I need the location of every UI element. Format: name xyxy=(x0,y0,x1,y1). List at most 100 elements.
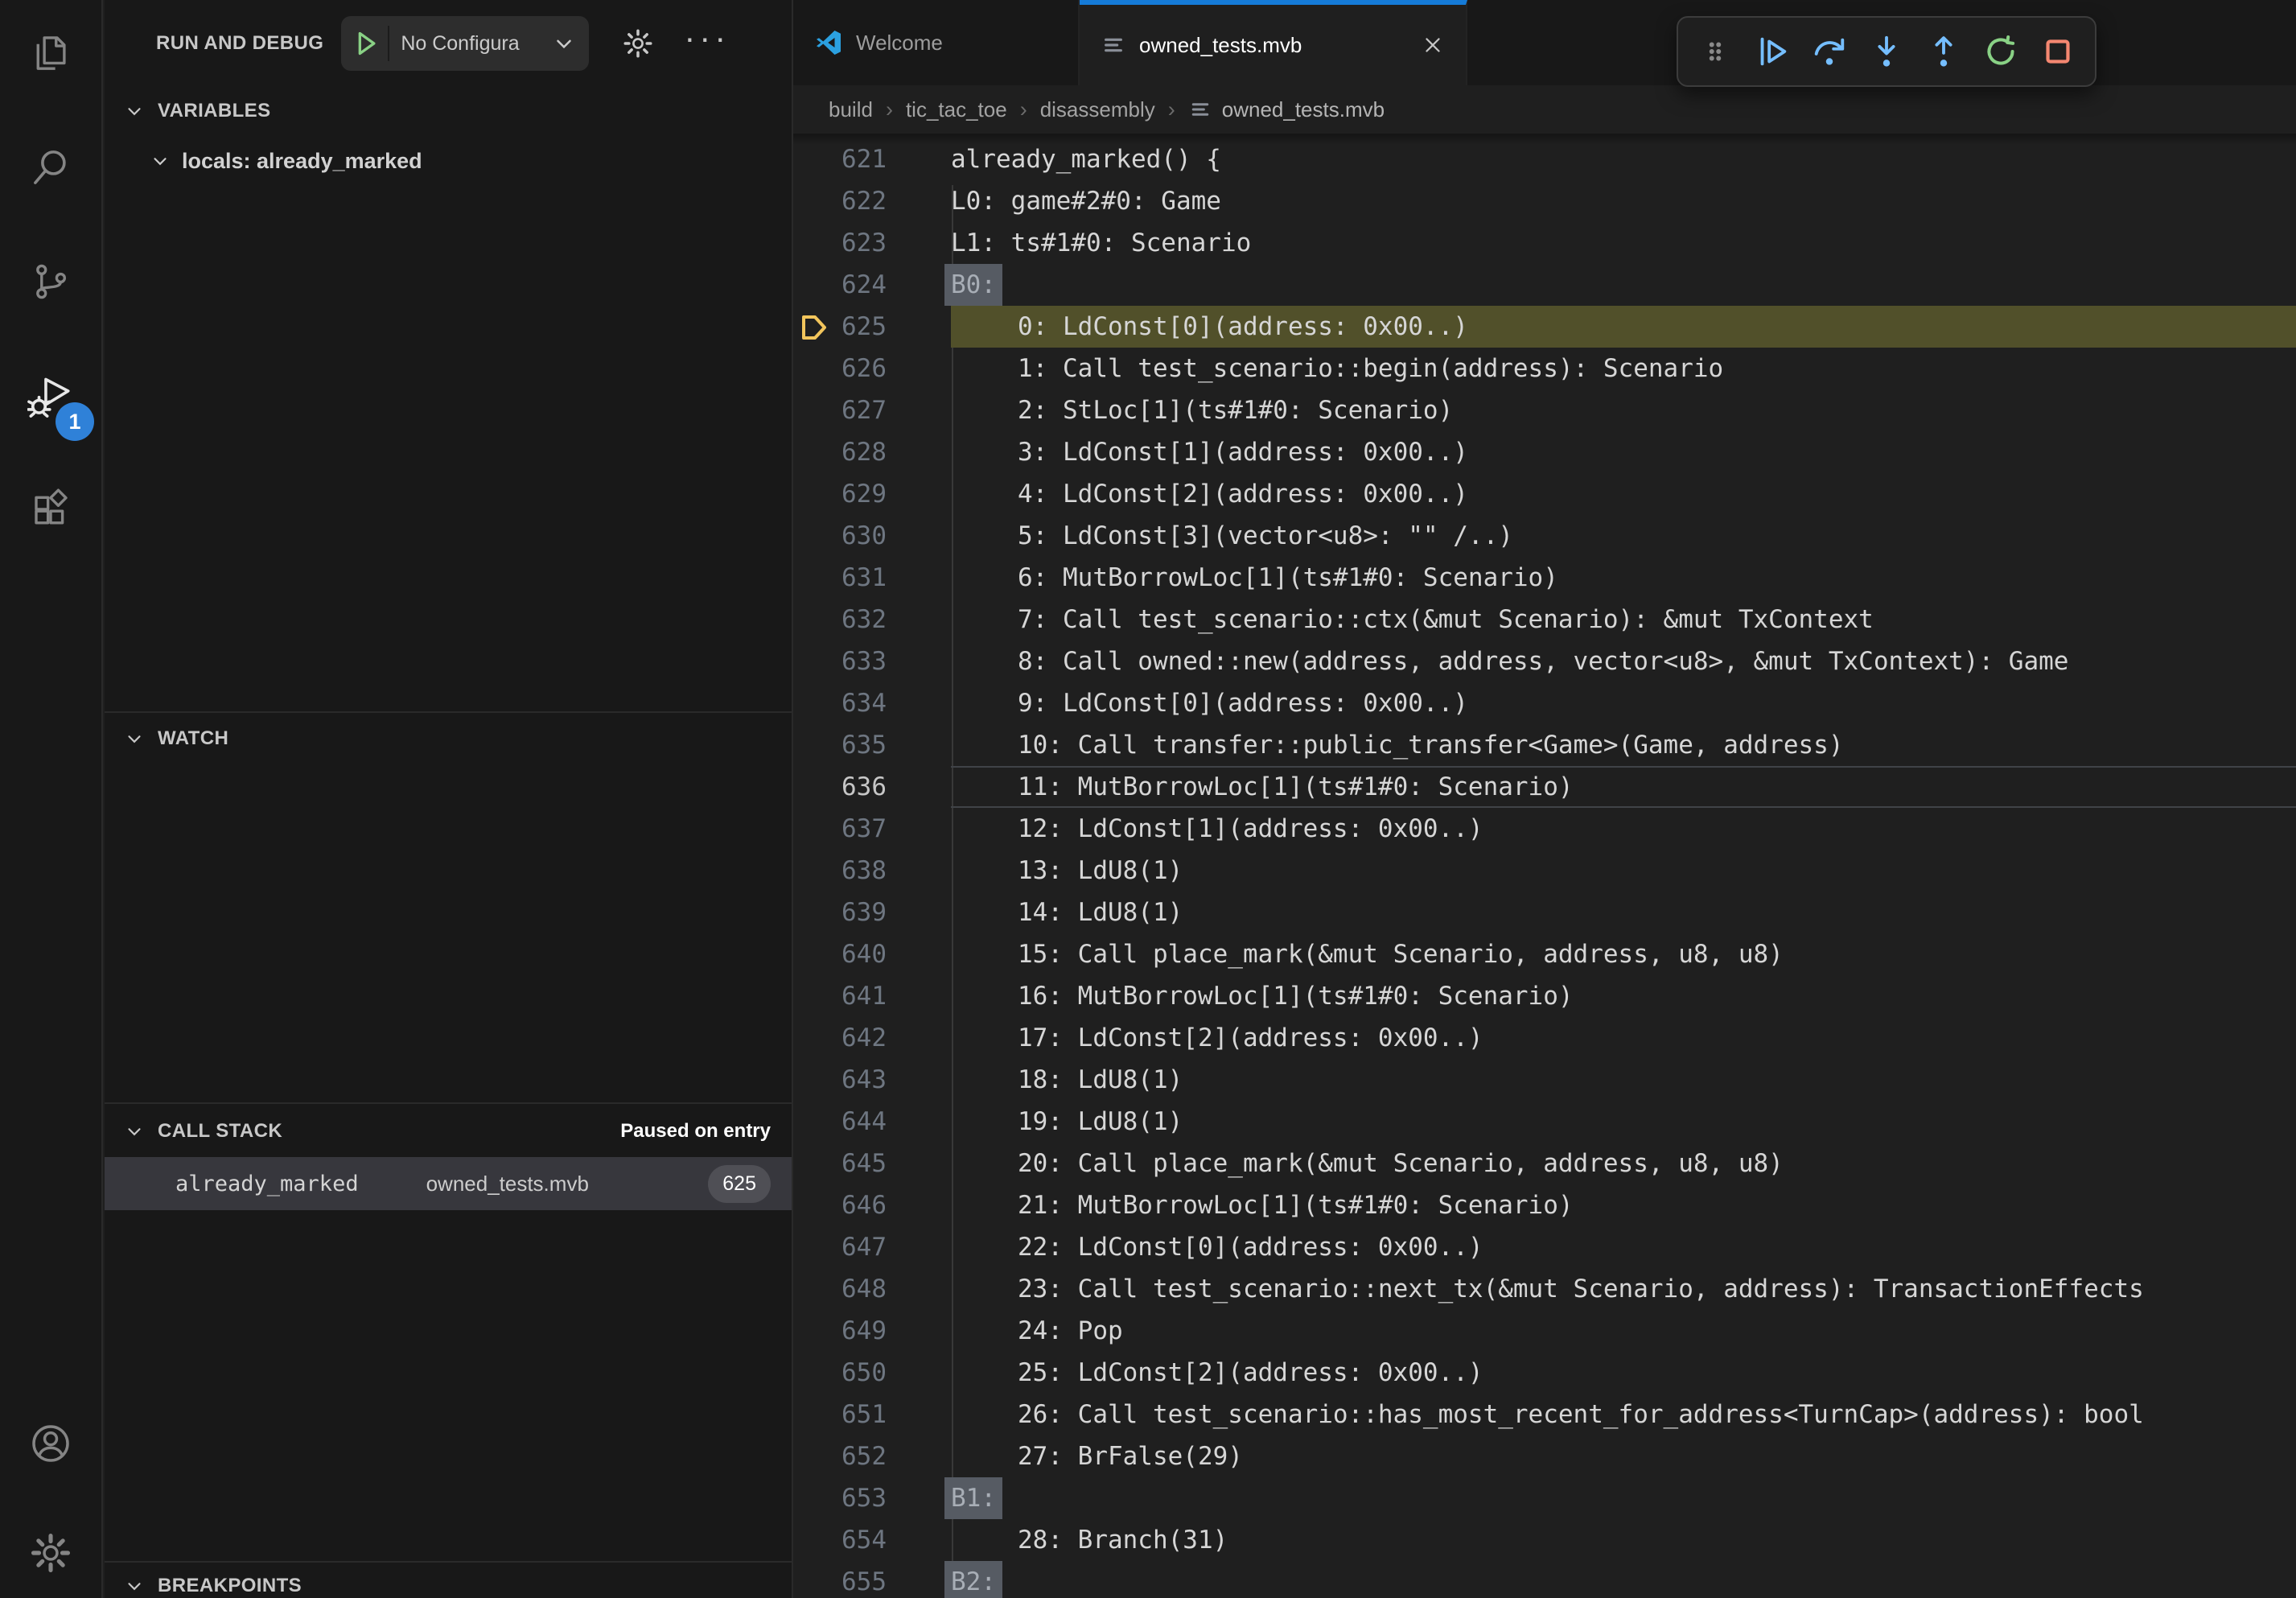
source-control-icon[interactable] xyxy=(12,243,89,320)
more-actions-icon[interactable]: ··· xyxy=(684,26,730,61)
code-line[interactable]: 637 12: LdConst[1](address: 0x00..) xyxy=(793,808,2296,850)
code-line[interactable]: 6316: MutBorrowLoc[1](ts#1#0: Scenario) xyxy=(793,557,2296,599)
variables-scope-row[interactable]: locals: already_marked xyxy=(105,138,792,183)
code-line-text[interactable]: 26: Call test_scenario::has_most_recent_… xyxy=(951,1394,2296,1435)
code-line[interactable]: 65126: Call test_scenario::has_most_rece… xyxy=(793,1394,2296,1435)
watch-section-header[interactable]: WATCH xyxy=(105,718,792,760)
line-number[interactable]: 626 xyxy=(793,348,887,389)
breadcrumb-file[interactable]: owned_tests.mvb xyxy=(1188,97,1385,122)
code-line[interactable]: 6338: Call owned::new(address, address, … xyxy=(793,640,2296,682)
line-number[interactable]: 641 xyxy=(793,975,887,1017)
code-line-text[interactable]: 9: LdConst[0](address: 0x00..) xyxy=(951,682,2296,724)
code-line-text[interactable]: 0: LdConst[0](address: 0x00..) xyxy=(951,306,2296,348)
line-number[interactable]: 646 xyxy=(793,1184,887,1226)
breakpoints-section-header[interactable]: BREAKPOINTS xyxy=(105,1567,792,1598)
line-number[interactable]: 638 xyxy=(793,850,887,892)
code-line[interactable]: 65428: Branch(31) xyxy=(793,1519,2296,1561)
breadcrumb-item[interactable]: tic_tac_toe xyxy=(906,97,1007,122)
debug-gear-icon[interactable] xyxy=(621,27,655,60)
extensions-icon[interactable] xyxy=(12,472,89,549)
line-number[interactable]: 629 xyxy=(793,473,887,515)
start-debug-icon[interactable] xyxy=(349,27,381,60)
code-line-text[interactable]: 17: LdConst[2](address: 0x00..) xyxy=(951,1017,2296,1059)
continue-button[interactable] xyxy=(1750,27,1795,76)
line-number[interactable]: 647 xyxy=(793,1226,887,1268)
line-number[interactable]: 630 xyxy=(793,515,887,557)
breadcrumb-item[interactable]: disassembly xyxy=(1040,97,1155,122)
line-number[interactable]: 642 xyxy=(793,1017,887,1059)
code-line[interactable]: 647 22: LdConst[0](address: 0x00..) xyxy=(793,1226,2296,1268)
code-line-text[interactable]: 25: LdConst[2](address: 0x00..) xyxy=(951,1352,2296,1394)
code-line-text[interactable]: 12: LdConst[1](address: 0x00..) xyxy=(951,808,2296,850)
code-line-text[interactable]: 5: LdConst[3](vector<u8>: "" /..) xyxy=(951,515,2296,557)
line-number[interactable]: 644 xyxy=(793,1101,887,1143)
code-line-text[interactable]: 4: LdConst[2](address: 0x00..) xyxy=(951,473,2296,515)
code-line[interactable]: 64015: Call place_mark(&mut Scenario, ad… xyxy=(793,933,2296,975)
breadcrumb-item[interactable]: build xyxy=(829,97,873,122)
line-number[interactable]: 637 xyxy=(793,808,887,850)
code-line[interactable]: 649 24: Pop xyxy=(793,1310,2296,1352)
code-line-text[interactable]: 28: Branch(31) xyxy=(951,1519,2296,1561)
close-icon[interactable] xyxy=(1421,33,1445,57)
code-line[interactable]: 65025: LdConst[2](address: 0x00..) xyxy=(793,1352,2296,1394)
stop-button[interactable] xyxy=(2035,27,2080,76)
line-number[interactable]: 655 xyxy=(793,1561,887,1598)
code-line[interactable]: 6283: LdConst[1](address: 0x00..) xyxy=(793,431,2296,473)
line-number[interactable]: 634 xyxy=(793,682,887,724)
code-line-text[interactable]: L0: game#2#0: Game xyxy=(951,180,2296,222)
code-line-text[interactable]: 22: LdConst[0](address: 0x00..) xyxy=(951,1226,2296,1268)
line-number[interactable]: 632 xyxy=(793,599,887,640)
code-line[interactable]: 6272: StLoc[1](ts#1#0: Scenario) xyxy=(793,389,2296,431)
code-line[interactable]: 623 L1: ts#1#0: Scenario xyxy=(793,222,2296,264)
code-line[interactable]: 626 1: Call test_scenario::begin(address)… xyxy=(793,348,2296,389)
line-number[interactable]: 649 xyxy=(793,1310,887,1352)
code-line-text[interactable]: 24: Pop xyxy=(951,1310,2296,1352)
line-number[interactable]: 625 xyxy=(793,306,887,348)
code-line-text[interactable]: 20: Call place_mark(&mut Scenario, addre… xyxy=(951,1143,2296,1184)
line-number[interactable]: 623 xyxy=(793,222,887,264)
step-out-button[interactable] xyxy=(1921,27,1966,76)
code-line[interactable]: 630 5: LdConst[3](vector<u8>: "" /..) xyxy=(793,515,2296,557)
code-line[interactable]: 634 9: LdConst[0](address: 0x00..) xyxy=(793,682,2296,724)
code-line[interactable]: 642 17: LdConst[2](address: 0x00..) xyxy=(793,1017,2296,1059)
line-number[interactable]: 652 xyxy=(793,1435,887,1477)
code-line-text[interactable]: 3: LdConst[1](address: 0x00..) xyxy=(951,431,2296,473)
tab-welcome[interactable]: Welcome xyxy=(793,0,1080,85)
line-number[interactable]: 633 xyxy=(793,640,887,682)
line-number[interactable]: 643 xyxy=(793,1059,887,1101)
code-line-text[interactable]: 1: Call test_scenario::begin(address): S… xyxy=(951,348,2296,389)
step-into-button[interactable] xyxy=(1864,27,1909,76)
account-icon[interactable] xyxy=(12,1405,89,1482)
code-line-text[interactable]: 16: MutBorrowLoc[1](ts#1#0: Scenario) xyxy=(951,975,2296,1017)
code-line-text[interactable]: 2: StLoc[1](ts#1#0: Scenario) xyxy=(951,389,2296,431)
line-number[interactable]: 648 xyxy=(793,1268,887,1310)
drag-handle-icon[interactable] xyxy=(1693,27,1738,76)
code-line[interactable]: 621already_marked() { xyxy=(793,138,2296,180)
explorer-icon[interactable] xyxy=(12,14,89,92)
code-line[interactable]: 64621: MutBorrowLoc[1](ts#1#0: Scenario) xyxy=(793,1184,2296,1226)
code-line-text[interactable]: 19: LdU8(1) xyxy=(951,1101,2296,1143)
line-number[interactable]: 653 xyxy=(793,1477,887,1519)
code-line-text[interactable]: B1: xyxy=(951,1477,2296,1519)
code-line[interactable]: 655B2: xyxy=(793,1561,2296,1598)
code-line[interactable]: 644 19: LdU8(1) xyxy=(793,1101,2296,1143)
code-line-text[interactable]: 27: BrFalse(29) xyxy=(951,1435,2296,1477)
code-line-text[interactable]: 6: MutBorrowLoc[1](ts#1#0: Scenario) xyxy=(951,557,2296,599)
restart-button[interactable] xyxy=(1978,27,2023,76)
code-line-text[interactable]: 14: LdU8(1) xyxy=(951,892,2296,933)
code-line-text[interactable]: 7: Call test_scenario::ctx(&mut Scenario… xyxy=(951,599,2296,640)
line-number[interactable]: 635 xyxy=(793,724,887,766)
code-line[interactable]: 63611: MutBorrowLoc[1](ts#1#0: Scenario) xyxy=(793,766,2296,808)
code-line-text[interactable]: L1: ts#1#0: Scenario xyxy=(951,222,2296,264)
code-line-text[interactable]: B0: xyxy=(951,264,2296,306)
search-icon[interactable] xyxy=(12,129,89,206)
code-line[interactable]: 63813: LdU8(1) xyxy=(793,850,2296,892)
call-stack-section-header[interactable]: CALL STACK Paused on entry xyxy=(105,1109,792,1154)
code-line[interactable]: 64520: Call place_mark(&mut Scenario, ad… xyxy=(793,1143,2296,1184)
code-line-text[interactable]: 18: LdU8(1) xyxy=(951,1059,2296,1101)
code-line-text[interactable]: 15: Call place_mark(&mut Scenario, addre… xyxy=(951,933,2296,975)
step-over-button[interactable] xyxy=(1807,27,1852,76)
line-number[interactable]: 622 xyxy=(793,180,887,222)
run-and-debug-icon[interactable]: 1 xyxy=(12,357,89,435)
code-line-text[interactable]: 10: Call transfer::public_transfer<Game>… xyxy=(951,724,2296,766)
